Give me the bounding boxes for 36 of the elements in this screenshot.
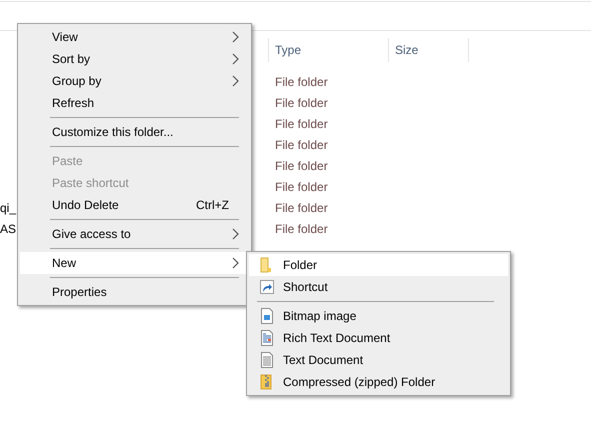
chevron-right-icon [232,257,239,269]
file-type: File folder [274,200,328,214]
menu-item[interactable]: Folder [249,254,508,276]
file-type: File folder [274,138,328,152]
menu-item[interactable]: Customize this folder... [20,121,249,143]
document-icon [259,330,275,346]
menu-item[interactable]: Text Document [249,349,508,371]
file-name: AS [0,222,16,236]
file-type: File folder [274,222,328,236]
menu-item[interactable]: Compressed (zipped) Folder [249,371,508,393]
file-type: File folder [274,96,328,110]
menu-item[interactable]: View [20,26,249,48]
file-type: File folder [274,180,328,194]
menu-item[interactable]: Sort by [20,48,249,70]
text-file-icon [259,352,275,368]
chevron-right-icon [232,228,239,240]
menu-item[interactable]: Refresh [20,92,249,114]
file-name: qi_ [0,200,16,214]
menu-item[interactable]: Properties [20,281,249,303]
menu-item[interactable]: Give access to [20,223,249,245]
chevron-right-icon [232,75,239,87]
menu-item[interactable]: Group by [20,70,249,92]
menu-item[interactable]: Shortcut [249,276,508,298]
menu-item[interactable]: New [20,252,249,274]
menu-item[interactable]: Undo Delete Ctrl+Z [20,194,249,216]
chevron-right-icon [232,31,239,43]
file-type: File folder [274,116,328,130]
menu-item[interactable]: Rich Text Document [249,327,508,349]
menu-item[interactable]: Bitmap image [249,305,508,327]
chevron-right-icon [232,53,239,65]
column-header[interactable]: Size [388,38,468,62]
shortcut-icon [259,279,275,295]
file-type: File folder [274,74,328,88]
image-file-icon [259,308,275,324]
column-header[interactable]: Type [268,38,388,62]
file-type: File folder [274,158,328,172]
